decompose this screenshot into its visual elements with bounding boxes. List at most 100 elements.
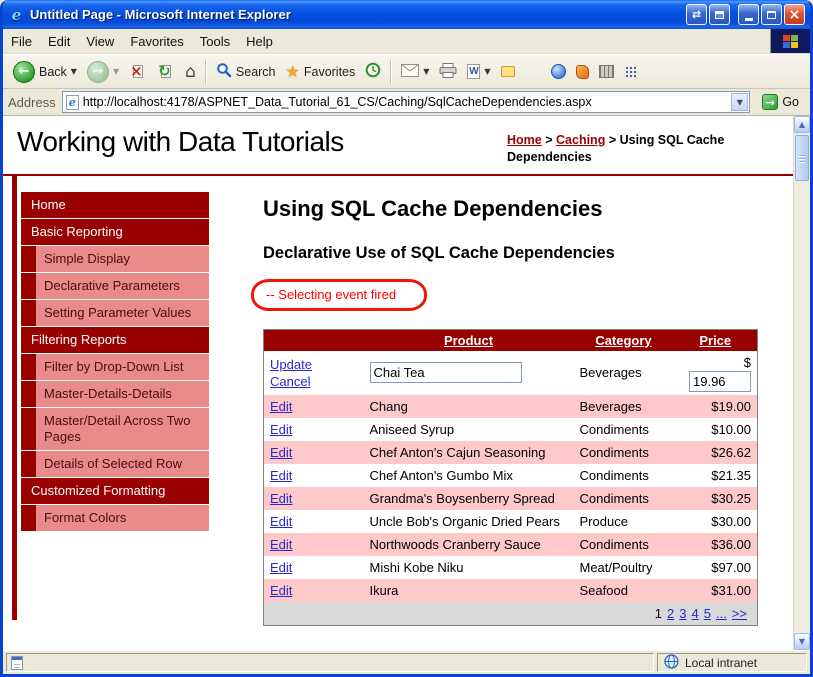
action-cell: Edit	[263, 394, 364, 418]
pager-link[interactable]: 2	[667, 606, 674, 621]
edit-link[interactable]: Edit	[270, 560, 292, 575]
globe-icon	[664, 653, 679, 672]
sidebar-indent	[21, 272, 36, 299]
scroll-down-button[interactable]: ▼	[794, 633, 810, 650]
research-button[interactable]	[571, 62, 594, 82]
window-arrows-button[interactable]: ⇄	[686, 4, 707, 25]
menu-help[interactable]: Help	[238, 30, 281, 53]
favorites-label: Favorites	[303, 64, 356, 79]
menu-items: File Edit View Favorites Tools Help	[3, 29, 281, 53]
close-icon: ×	[788, 6, 801, 23]
pager-link[interactable]: 5	[704, 606, 711, 621]
sidebar-item-details-of-selected-row[interactable]: Details of Selected Row	[21, 450, 209, 477]
sidebar-indent	[21, 380, 36, 407]
mail-dropdown-icon[interactable]: ▼	[423, 67, 429, 76]
messenger-button[interactable]	[546, 61, 571, 82]
sites-button[interactable]	[594, 62, 619, 81]
sidebar-item-setting-parameter-values[interactable]: Setting Parameter Values	[21, 299, 209, 326]
product-cell: Uncle Bob's Organic Dried Pears	[363, 509, 574, 533]
pager-link[interactable]: >>	[732, 606, 747, 621]
menu-view[interactable]: View	[78, 30, 122, 53]
maximize-button[interactable]	[761, 4, 782, 25]
address-input-box[interactable]: e ▼	[61, 91, 751, 113]
product-sort-link[interactable]: Product	[444, 333, 493, 348]
forward-button[interactable]: → ▼	[82, 58, 124, 86]
vertical-scrollbar[interactable]: ▲ ▼	[793, 116, 810, 650]
minimize-button[interactable]	[738, 4, 759, 25]
tiles-button[interactable]	[619, 62, 642, 81]
pager-link[interactable]: 3	[679, 606, 686, 621]
breadcrumb-home-link[interactable]: Home	[507, 133, 542, 147]
pager-link[interactable]: 4	[692, 606, 699, 621]
product-cell: Chef Anton's Cajun Seasoning	[363, 440, 574, 464]
sidebar-item-simple-display[interactable]: Simple Display	[21, 245, 209, 272]
product-row: Edit Chef Anton's Gumbo Mix Condiments $21.…	[263, 463, 758, 487]
price-cell: $31.00	[673, 578, 758, 602]
favorites-button[interactable]: ★ Favorites	[281, 59, 361, 84]
search-button[interactable]: Search	[211, 59, 281, 84]
edit-link[interactable]: Edit	[270, 468, 292, 483]
update-link[interactable]: Update	[270, 357, 312, 372]
close-button[interactable]: ×	[784, 4, 805, 25]
scrollbar-thumb[interactable]	[795, 135, 809, 181]
sidebar-item-master-detail-across-two-pages[interactable]: Master/Detail Across Two Pages	[21, 407, 209, 450]
sidebar-item-declarative-parameters[interactable]: Declarative Parameters	[21, 272, 209, 299]
sidebar-section-home[interactable]: Home	[21, 191, 209, 218]
sidebar-section-basic-reporting[interactable]: Basic Reporting	[21, 218, 209, 245]
blue-sphere-icon	[550, 64, 566, 79]
edit-link[interactable]: Edit	[270, 514, 292, 529]
titlebar[interactable]: e Untitled Page - Microsoft Internet Exp…	[3, 0, 810, 29]
breadcrumb-caching-link[interactable]: Caching	[556, 133, 605, 147]
edit-link[interactable]: Edit	[270, 422, 292, 437]
status-zone-panel: Local intranet	[657, 653, 807, 672]
menu-edit[interactable]: Edit	[40, 30, 78, 53]
edit-link[interactable]: Edit	[270, 583, 292, 598]
breadcrumb-separator: >	[545, 133, 553, 147]
edit-dropdown-icon[interactable]: ▼	[484, 67, 490, 76]
action-cell: Edit	[263, 509, 364, 533]
refresh-button[interactable]: ↻	[152, 60, 180, 84]
product-cell: Mishi Kobe Niku	[363, 555, 574, 579]
discuss-button[interactable]	[496, 63, 520, 80]
address-input[interactable]	[82, 93, 728, 111]
edit-button[interactable]: W ▼	[462, 61, 495, 82]
print-button[interactable]	[434, 60, 462, 84]
scrollbar-track[interactable]	[794, 133, 810, 633]
category-cell: Beverages	[573, 350, 674, 395]
address-dropdown-button[interactable]: ▼	[731, 93, 749, 111]
category-cell: Condiments	[573, 440, 674, 464]
home-button[interactable]: ⌂	[180, 59, 201, 85]
edit-link[interactable]: Edit	[270, 445, 292, 460]
edit-link[interactable]: Edit	[270, 399, 292, 414]
category-sort-link[interactable]: Category	[595, 333, 651, 348]
sidebar-item-master-details-details[interactable]: Master-Details-Details	[21, 380, 209, 407]
mail-button[interactable]: ▼	[396, 61, 434, 83]
products-grid: Product Category Price Update Cancel Cha…	[263, 328, 758, 626]
price-sort-link[interactable]: Price	[699, 333, 731, 348]
sidebar-section-filtering-reports[interactable]: Filtering Reports	[21, 326, 209, 353]
history-button[interactable]	[360, 59, 386, 84]
go-button[interactable]: → Go	[756, 92, 805, 112]
pager-link[interactable]: ...	[716, 606, 727, 621]
stop-button[interactable]: ×	[124, 60, 152, 84]
product-name-input[interactable]	[369, 362, 522, 384]
scroll-up-button[interactable]: ▲	[794, 116, 810, 133]
edit-link[interactable]: Edit	[270, 537, 292, 552]
menu-favorites[interactable]: Favorites	[122, 30, 191, 53]
back-button[interactable]: ← Back ▼	[8, 58, 82, 86]
edit-link[interactable]: Edit	[270, 491, 292, 506]
menu-file[interactable]: File	[3, 30, 40, 53]
search-label: Search	[235, 64, 276, 79]
price-input[interactable]	[689, 370, 751, 392]
back-dropdown-icon[interactable]: ▼	[71, 67, 77, 76]
category-cell: Meat/Poultry	[573, 555, 674, 579]
sidebar-item-filter-by-drop-down-list[interactable]: Filter by Drop-Down List	[21, 353, 209, 380]
sidebar-item-label: Declarative Parameters	[36, 272, 209, 299]
sidebar-section-customized-formatting[interactable]: Customized Formatting	[21, 477, 209, 504]
menu-tools[interactable]: Tools	[192, 30, 238, 53]
forward-dropdown-icon: ▼	[112, 67, 120, 76]
window-restore-small-button[interactable]	[709, 4, 730, 25]
browser-viewport: Working with Data Tutorials Home > Cachi…	[3, 116, 810, 650]
sidebar-item-format-colors[interactable]: Format Colors	[21, 504, 209, 531]
cancel-link[interactable]: Cancel	[270, 374, 310, 389]
